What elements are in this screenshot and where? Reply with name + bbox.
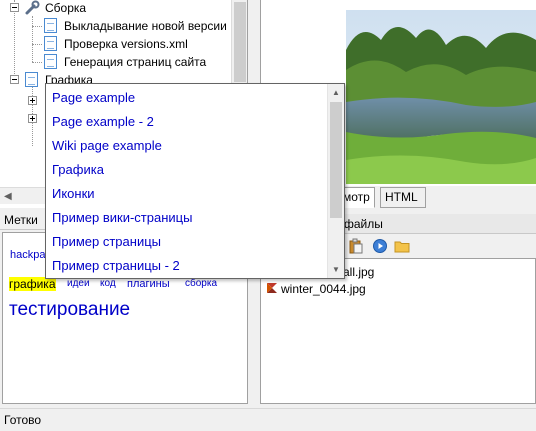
- popup-item[interactable]: Графика: [52, 158, 104, 182]
- scroll-up-icon[interactable]: ▲: [328, 84, 344, 101]
- tree-item-build[interactable]: Сборка: [0, 0, 230, 17]
- popup-item[interactable]: Иконки: [52, 182, 95, 206]
- file-name: all.jpg: [343, 265, 375, 279]
- tag-link[interactable]: код: [100, 278, 116, 289]
- tab-html[interactable]: HTML: [380, 187, 426, 208]
- attachments-list[interactable]: all.jpg winter_0044.jpg: [260, 258, 536, 404]
- tree-item-label: Выкладывание новой версии: [64, 19, 227, 33]
- tree-item-publish[interactable]: Выкладывание новой версии: [0, 17, 230, 35]
- tag-link[interactable]: сборка: [185, 278, 217, 289]
- autocomplete-popup[interactable]: Page example Page example - 2 Wiki page …: [45, 83, 345, 279]
- tag-link[interactable]: плагины: [127, 278, 170, 290]
- preview-image: [346, 10, 536, 184]
- tree-item-label: Генерация страниц сайта: [64, 55, 207, 69]
- scrollbar-thumb[interactable]: [330, 102, 342, 218]
- page-icon: [44, 36, 57, 51]
- tree-item-generate-pages[interactable]: Генерация страниц сайта: [0, 53, 230, 71]
- expand-icon[interactable]: [28, 96, 37, 105]
- paste-icon[interactable]: [348, 238, 364, 254]
- tag-link[interactable]: hackpa: [10, 249, 45, 261]
- tab-preview[interactable]: мотр: [340, 187, 375, 208]
- popup-scrollbar[interactable]: ▲ ▼: [327, 84, 344, 278]
- tag-link[interactable]: идеи: [67, 278, 90, 289]
- tree-item-check-versions[interactable]: Проверка versions.xml: [0, 35, 230, 53]
- image-file-icon: [265, 281, 279, 295]
- popup-item[interactable]: Пример вики-страницы: [52, 206, 192, 230]
- tree-item-label: Сборка: [45, 1, 87, 15]
- play-icon[interactable]: [372, 238, 388, 254]
- tag-link-highlighted[interactable]: графика: [9, 277, 56, 291]
- wrench-icon: [24, 0, 40, 16]
- popup-item[interactable]: Wiki page example: [52, 134, 162, 158]
- expand-icon[interactable]: [28, 114, 37, 123]
- status-bar: Готово: [0, 408, 536, 431]
- page-icon: [44, 54, 57, 69]
- page-icon: [25, 72, 38, 87]
- collapse-icon[interactable]: [10, 3, 19, 12]
- folder-icon[interactable]: [394, 238, 410, 254]
- scroll-down-icon[interactable]: ▼: [328, 261, 344, 278]
- popup-item[interactable]: Пример страницы: [52, 230, 161, 254]
- status-text: Готово: [4, 413, 42, 427]
- file-name: winter_0044.jpg: [281, 282, 366, 296]
- tag-link[interactable]: тестирование: [9, 299, 130, 321]
- tree-item-label: Проверка versions.xml: [64, 37, 188, 51]
- page-icon: [44, 18, 57, 33]
- files-header-label: файлы: [344, 217, 383, 231]
- popup-item[interactable]: Page example - 2: [52, 110, 154, 134]
- scroll-left-icon[interactable]: ◀: [4, 191, 12, 202]
- scrollbar-thumb[interactable]: [234, 2, 246, 82]
- collapse-icon[interactable]: [10, 75, 19, 84]
- file-item[interactable]: all.jpg: [343, 264, 374, 280]
- popup-item[interactable]: Пример страницы - 2: [52, 254, 180, 278]
- popup-item[interactable]: Page example: [52, 86, 135, 110]
